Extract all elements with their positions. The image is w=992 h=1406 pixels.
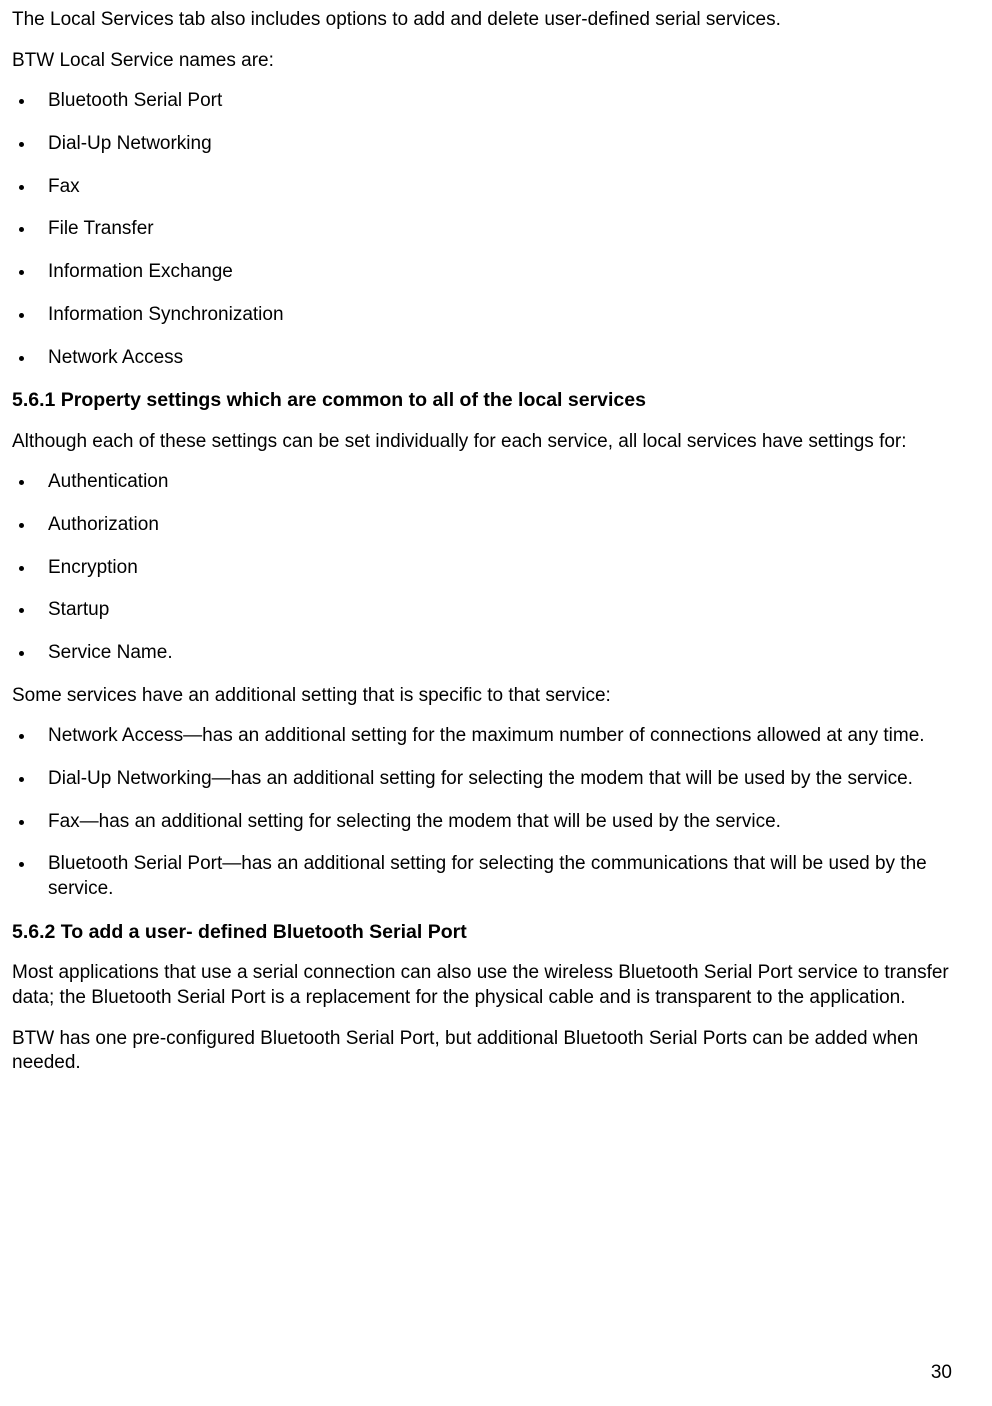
list-item: Dial-Up Networking xyxy=(36,132,956,157)
list-item: Bluetooth Serial Port—has an additional … xyxy=(36,852,956,901)
intro-paragraph-2: BTW Local Service names are: xyxy=(12,49,956,74)
intro-paragraph-1: The Local Services tab also includes opt… xyxy=(12,8,956,33)
list-item: Dial-Up Networking—has an additional set… xyxy=(36,767,956,792)
list-item: Fax—has an additional setting for select… xyxy=(36,810,956,835)
list-item: Information Synchronization xyxy=(36,303,956,328)
list-item: Service Name. xyxy=(36,641,956,666)
service-names-list: Bluetooth Serial Port Dial-Up Networking… xyxy=(12,89,956,370)
list-item: Information Exchange xyxy=(36,260,956,285)
list-item: Startup xyxy=(36,598,956,623)
additional-settings-paragraph: Some services have an additional setting… xyxy=(12,684,956,709)
list-item: Network Access—has an additional setting… xyxy=(36,724,956,749)
serial-port-paragraph-1: Most applications that use a serial conn… xyxy=(12,961,956,1010)
list-item: Authentication xyxy=(36,470,956,495)
common-settings-paragraph: Although each of these settings can be s… xyxy=(12,430,956,455)
serial-port-paragraph-2: BTW has one pre-configured Bluetooth Ser… xyxy=(12,1027,956,1076)
additional-settings-list: Network Access—has an additional setting… xyxy=(12,724,956,901)
list-item: File Transfer xyxy=(36,217,956,242)
list-item: Bluetooth Serial Port xyxy=(36,89,956,114)
page-number: 30 xyxy=(931,1361,952,1386)
list-item: Authorization xyxy=(36,513,956,538)
list-item: Encryption xyxy=(36,556,956,581)
section-heading-561: 5.6.1 Property settings which are common… xyxy=(12,388,956,413)
section-heading-562: 5.6.2 To add a user- defined Bluetooth S… xyxy=(12,920,956,945)
common-settings-list: Authentication Authorization Encryption … xyxy=(12,470,956,665)
list-item: Network Access xyxy=(36,346,956,371)
list-item: Fax xyxy=(36,175,956,200)
